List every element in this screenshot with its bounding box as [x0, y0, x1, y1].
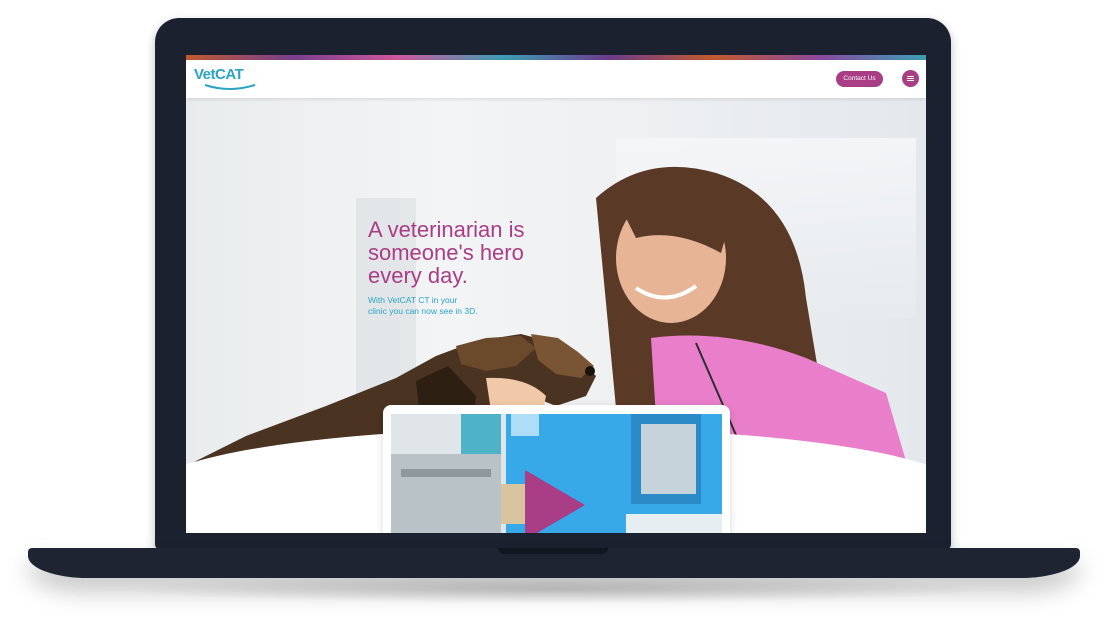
video-card[interactable]	[383, 405, 730, 533]
laptop-screen: A veterinarian is someone's hero every d…	[186, 55, 926, 533]
laptop-notch	[498, 548, 608, 554]
hero-subtext: With VetCAT CT in your clinic you can no…	[368, 295, 478, 316]
laptop-shadow	[120, 574, 990, 604]
logo-swoosh-icon	[204, 84, 256, 90]
hero-headline: A veterinarian is someone's hero every d…	[368, 217, 525, 288]
logo-text: VetCAT	[194, 66, 244, 83]
contact-us-button[interactable]: Contact Us	[836, 71, 883, 87]
vetcat-logo[interactable]: VetCAT	[194, 66, 264, 92]
video-thumbnail[interactable]	[391, 414, 722, 533]
play-icon[interactable]	[525, 470, 585, 533]
hamburger-menu-button[interactable]	[902, 70, 919, 87]
site-header: VetCAT Contact Us	[186, 60, 926, 98]
